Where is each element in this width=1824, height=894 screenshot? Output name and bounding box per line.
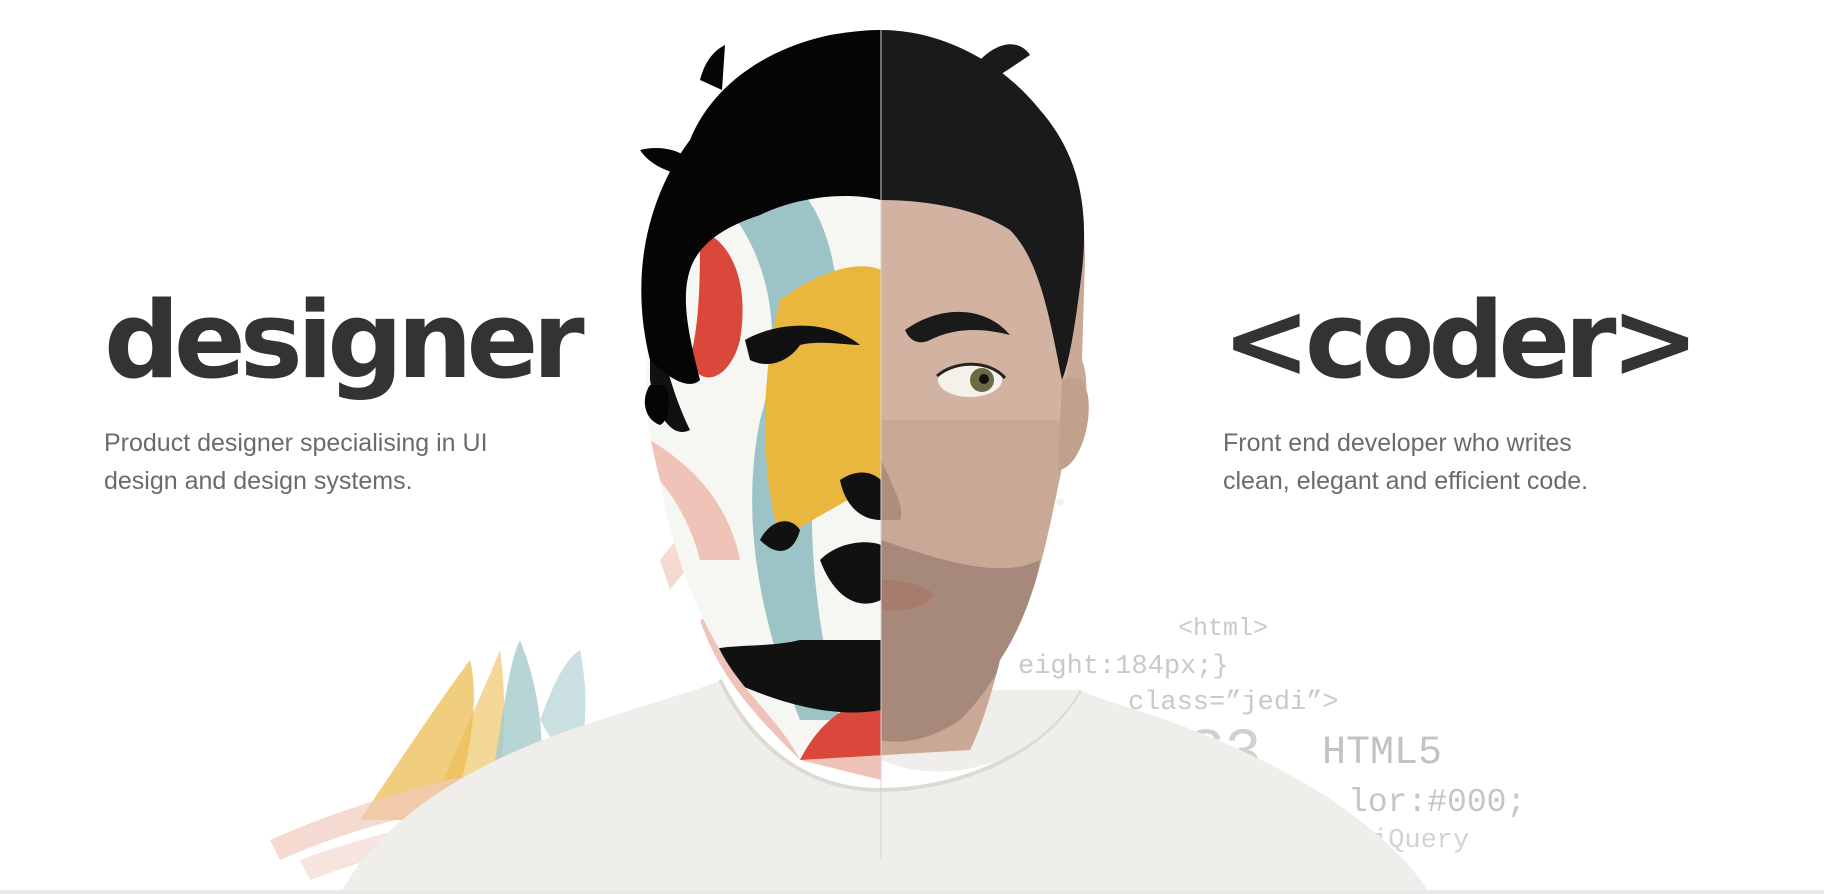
hero-section: <html> eight:184px;} class=”jedi”> SS3 H…	[0, 0, 1824, 894]
coder-description-line-2: clean, elegant and efficient code.	[1223, 467, 1589, 495]
designer-description-line-2: design and design systems.	[104, 467, 413, 495]
coder-description: Front end developer who writes clean, el…	[1223, 424, 1588, 500]
designer-description: Product designer specialising in UI desi…	[104, 424, 488, 500]
section-bottom-divider	[0, 890, 1824, 894]
coder-title: <coder>	[1222, 279, 1699, 402]
coder-description-line-1: Front end developer who writes	[1223, 429, 1572, 457]
designer-title: designer	[104, 279, 585, 402]
designer-description-line-1: Product designer specialising in UI	[104, 429, 488, 457]
